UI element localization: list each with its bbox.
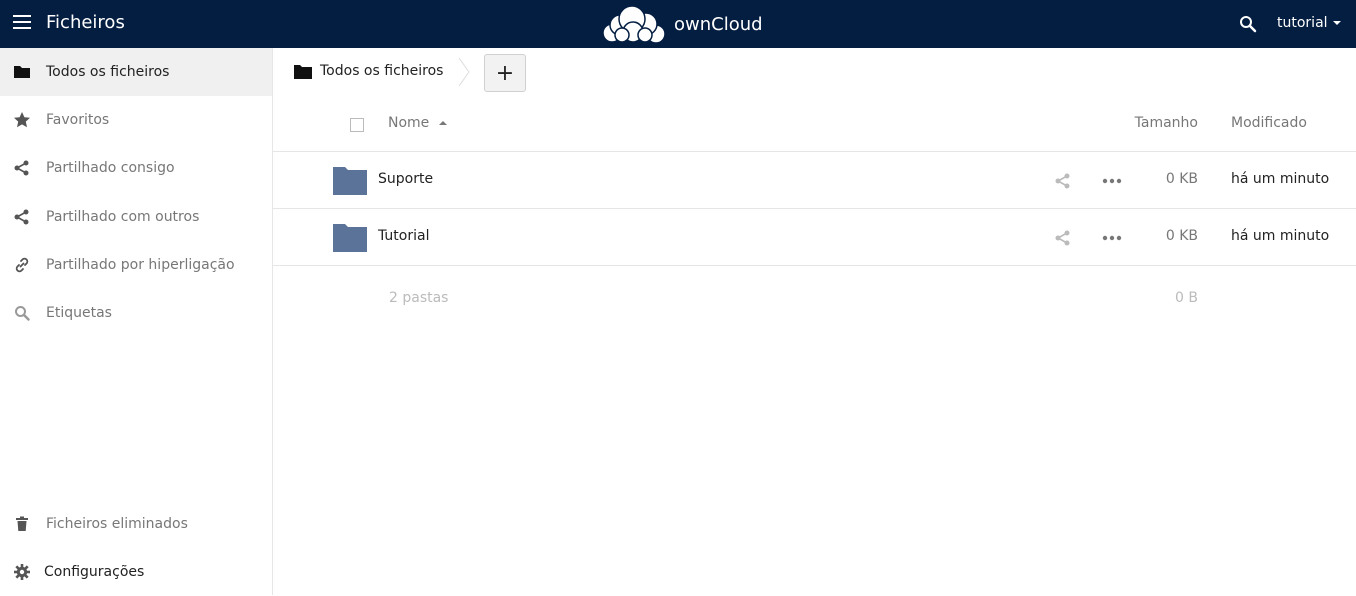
sidebar-item-deleted-files[interactable]: Ficheiros eliminados — [0, 500, 272, 548]
search-icon — [15, 306, 30, 321]
summary-total-size: 0 B — [1175, 290, 1198, 306]
sidebar-item-label: Todos os ficheiros — [46, 64, 170, 80]
breadcrumb-item[interactable]: Todos os ficheiros — [320, 63, 443, 79]
app-title[interactable]: Ficheiros — [46, 12, 125, 33]
folder-icon — [333, 167, 367, 195]
sidebar-item-shared-with-others[interactable]: Partilhado com outros — [0, 193, 272, 241]
sidebar-item-label: Favoritos — [46, 112, 110, 128]
sidebar-item-label: Configurações — [44, 564, 145, 580]
owncloud-logo[interactable]: ownCloud — [600, 4, 763, 44]
trash-icon — [16, 516, 28, 531]
folder-icon — [14, 66, 30, 78]
column-header-size[interactable]: Tamanho — [1135, 115, 1198, 131]
link-icon — [15, 257, 29, 273]
breadcrumb-separator-icon — [458, 58, 470, 86]
file-table-header: Nome Tamanho Modificado — [273, 98, 1356, 152]
share-icon — [14, 160, 29, 176]
caret-down-icon — [1332, 21, 1341, 25]
sidebar-item-all-files[interactable]: Todos os ficheiros — [0, 48, 272, 96]
column-header-name-label: Nome — [388, 115, 430, 131]
breadcrumb: Todos os ficheiros + — [273, 48, 1356, 96]
table-row[interactable]: Suporte 0 KB há um minuto — [273, 152, 1356, 209]
top-header: Ficheiros ownCloud tutorial — [0, 0, 1356, 48]
sidebar-item-settings[interactable]: Configurações — [0, 548, 272, 596]
more-options-icon[interactable] — [1102, 177, 1122, 185]
column-header-name[interactable]: Nome — [388, 115, 448, 131]
file-name[interactable]: Suporte — [378, 171, 433, 187]
file-size: 0 KB — [1165, 171, 1198, 187]
sidebar-item-label: Etiquetas — [46, 305, 112, 321]
sidebar-item-favorites[interactable]: Favoritos — [0, 96, 272, 144]
file-name[interactable]: Tutorial — [378, 228, 429, 244]
file-summary: 2 pastas 0 B — [273, 278, 1356, 318]
logo-text: ownCloud — [674, 13, 763, 35]
folder-icon[interactable] — [294, 64, 312, 80]
folder-icon — [333, 224, 367, 252]
sidebar-item-label: Partilhado por hiperligação — [46, 257, 235, 273]
share-icon[interactable] — [1054, 172, 1072, 190]
new-button[interactable]: + — [484, 54, 526, 92]
file-modified: há um minuto — [1231, 171, 1330, 187]
cloud-icon — [602, 5, 666, 43]
sidebar-item-shared-by-link[interactable]: Partilhado por hiperligação — [0, 241, 272, 289]
sidebar-item-shared-with-you[interactable]: Partilhado consigo — [0, 144, 272, 192]
select-all-checkbox[interactable] — [350, 118, 364, 132]
sidebar-item-label: Partilhado consigo — [46, 160, 175, 176]
menu-icon[interactable] — [13, 15, 31, 31]
more-options-icon[interactable] — [1102, 234, 1122, 242]
search-icon[interactable] — [1238, 14, 1258, 34]
sidebar-item-label: Ficheiros eliminados — [46, 516, 188, 532]
sidebar-item-tags[interactable]: Etiquetas — [0, 289, 272, 337]
column-header-modified[interactable]: Modificado — [1231, 115, 1307, 131]
summary-count: 2 pastas — [389, 290, 449, 306]
sidebar: Todos os ficheiros Favoritos Partilhado … — [0, 48, 273, 595]
file-modified: há um minuto — [1231, 228, 1330, 244]
share-icon — [14, 209, 29, 225]
table-row[interactable]: Tutorial 0 KB há um minuto — [273, 209, 1356, 266]
star-icon — [14, 112, 30, 128]
sidebar-item-label: Partilhado com outros — [46, 209, 200, 225]
file-size: 0 KB — [1165, 228, 1198, 244]
gear-icon — [14, 564, 30, 580]
user-name: tutorial — [1277, 15, 1328, 31]
user-menu[interactable]: tutorial — [1277, 15, 1341, 31]
sort-ascending-icon — [439, 121, 448, 125]
share-icon[interactable] — [1054, 229, 1072, 247]
